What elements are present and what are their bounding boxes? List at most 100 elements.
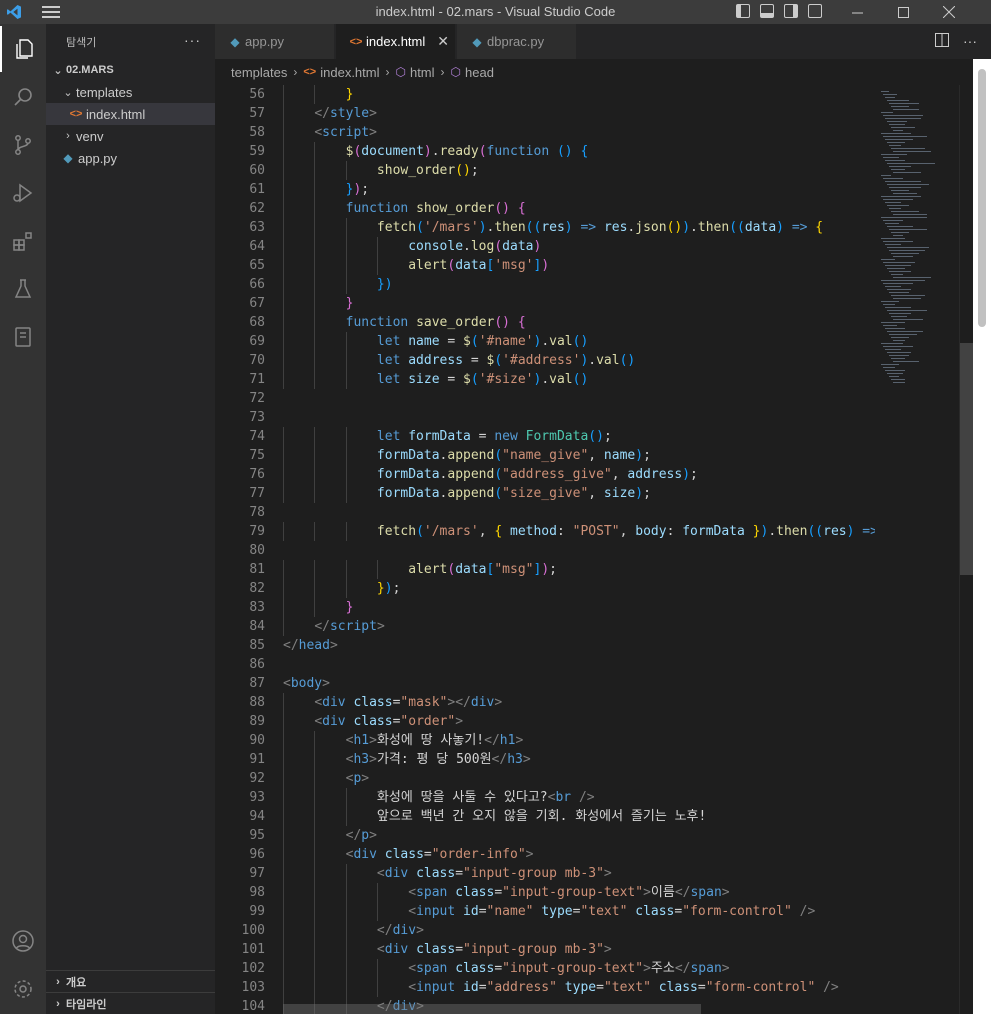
code-line[interactable]: let formData = new FormData();	[283, 427, 875, 446]
code-line[interactable]: <h3>가격: 평 당 500원</h3>	[283, 750, 875, 769]
code-line[interactable]: alert(data["msg"]);	[283, 560, 875, 579]
minimap[interactable]	[875, 85, 959, 1014]
run-debug-icon[interactable]	[0, 170, 46, 216]
code-line[interactable]: <input id="address" type="text" class="f…	[283, 978, 875, 997]
split-editor-icon[interactable]	[935, 33, 949, 47]
code-line[interactable]: console.log(data)	[283, 237, 875, 256]
close-window-button[interactable]	[926, 0, 972, 24]
remote-icon[interactable]	[0, 314, 46, 360]
minimap-line	[889, 292, 909, 294]
vertical-scrollbar[interactable]	[959, 85, 973, 1014]
breadcrumb-head[interactable]: head	[465, 65, 494, 80]
minimize-button[interactable]	[834, 0, 880, 24]
tree-file-app-py[interactable]: ◆ app.py	[46, 147, 215, 169]
customize-layout-icon[interactable]	[808, 4, 822, 18]
breadcrumb-templates[interactable]: templates	[231, 65, 287, 80]
extensions-icon[interactable]	[0, 218, 46, 264]
code-line[interactable]: show_order();	[283, 161, 875, 180]
code-line[interactable]: 화성에 땅을 사둘 수 있다고?<br />	[283, 788, 875, 807]
toggle-secondary-sidebar-icon[interactable]	[784, 4, 798, 18]
manage-gear-icon[interactable]	[0, 966, 46, 1012]
code-line[interactable]: function save_order() {	[283, 313, 875, 332]
code-editor[interactable]: 56 57 58 59 60 61 62 63 64 65 66 67 68 69 70 71 72 73 74 75…	[215, 85, 875, 1014]
code-line[interactable]: </style>	[283, 104, 875, 123]
code-line[interactable]: function show_order() {	[283, 199, 875, 218]
tab-app-py[interactable]: ◆ app.py	[215, 24, 335, 59]
code-line[interactable]: <input id="name" type="text" class="form…	[283, 902, 875, 921]
testing-icon[interactable]	[0, 266, 46, 312]
code-line[interactable]: <p>	[283, 769, 875, 788]
code-line[interactable]: <div class="order-info">	[283, 845, 875, 864]
indent-guide	[345, 275, 347, 294]
code-line[interactable]: fetch('/mars').then((res) => res.json())…	[283, 218, 875, 237]
explorer-icon[interactable]	[0, 26, 46, 72]
code-line[interactable]	[283, 541, 875, 560]
minimap-line	[885, 181, 921, 183]
toggle-primary-sidebar-icon[interactable]	[736, 4, 750, 18]
code-line[interactable]: formData.append("size_give", size);	[283, 484, 875, 503]
code-line[interactable]: <h1>화성에 땅 사놓기!</h1>	[283, 731, 875, 750]
code-line[interactable]: <div class="mask"></div>	[283, 693, 875, 712]
account-icon[interactable]	[0, 918, 46, 964]
code-line[interactable]: fetch('/mars', { method: "POST", body: f…	[283, 522, 875, 541]
more-actions-icon[interactable]: ···	[184, 32, 201, 48]
breadcrumb-index-html[interactable]: index.html	[320, 65, 379, 80]
close-tab-icon[interactable]: ✕	[437, 33, 449, 50]
code-line[interactable]: formData.append("address_give", address)…	[283, 465, 875, 484]
code-line[interactable]: 앞으로 백년 간 오지 않을 기회. 화성에서 즐기는 노후!	[283, 807, 875, 826]
code-line[interactable]: </script>	[283, 617, 875, 636]
code-line[interactable]	[283, 655, 875, 674]
code-line[interactable]	[283, 389, 875, 408]
code-line[interactable]	[283, 408, 875, 427]
code-line[interactable]: </p>	[283, 826, 875, 845]
code-line[interactable]: let address = $('#address').val()	[283, 351, 875, 370]
code-line[interactable]: }	[283, 85, 875, 104]
code-line[interactable]: </head>	[283, 636, 875, 655]
code-line[interactable]: $(document).ready(function () {	[283, 142, 875, 161]
scrollbar-thumb[interactable]	[978, 69, 986, 327]
code-line[interactable]: })	[283, 275, 875, 294]
search-icon[interactable]	[0, 74, 46, 120]
code-token: "input-group-text"	[502, 885, 644, 900]
code-line[interactable]: alert(data['msg'])	[283, 256, 875, 275]
code-lines[interactable]: } </style> <script> $(document).ready(fu…	[283, 85, 875, 1014]
code-line[interactable]: <script>	[283, 123, 875, 142]
minimap-line	[881, 343, 903, 345]
code-token: ;	[361, 182, 370, 197]
code-line[interactable]: });	[283, 579, 875, 598]
line-number: 59	[249, 144, 265, 159]
code-line[interactable]: formData.append("name_give", name);	[283, 446, 875, 465]
code-line[interactable]: <span class="input-group-text">주소</span>	[283, 959, 875, 978]
outline-section[interactable]: › 개요	[46, 970, 215, 992]
tree-folder-venv[interactable]: › venv	[46, 125, 215, 147]
tab-index-html[interactable]: <> index.html ✕	[336, 24, 456, 59]
scrollbar-thumb[interactable]	[960, 343, 973, 575]
code-line[interactable]: <div class="input-group mb-3">	[283, 864, 875, 883]
horizontal-scrollbar[interactable]	[283, 1004, 701, 1014]
code-line[interactable]: let name = $('#name').val()	[283, 332, 875, 351]
code-line[interactable]: <span class="input-group-text">이름</span>	[283, 883, 875, 902]
toggle-panel-icon[interactable]	[760, 4, 774, 18]
source-control-icon[interactable]	[0, 122, 46, 168]
code-token: (	[470, 372, 479, 387]
tree-folder-templates[interactable]: ⌄ templates	[46, 81, 215, 103]
maximize-button[interactable]	[880, 0, 926, 24]
code-line[interactable]: <body>	[283, 674, 875, 693]
code-line[interactable]: </div>	[283, 921, 875, 940]
code-line[interactable]: }	[283, 598, 875, 617]
outer-scrollbar[interactable]	[973, 59, 991, 1014]
code-token: (	[494, 486, 503, 501]
code-line[interactable]: }	[283, 294, 875, 313]
code-line[interactable]: let size = $('#size').val()	[283, 370, 875, 389]
tree-file-index-html[interactable]: <> index.html	[46, 103, 215, 125]
code-line[interactable]: <div class="order">	[283, 712, 875, 731]
code-line[interactable]: });	[283, 180, 875, 199]
timeline-section[interactable]: › 타임라인	[46, 992, 215, 1014]
code-line[interactable]: <div class="input-group mb-3">	[283, 940, 875, 959]
tree-folder-02-mars[interactable]: ⌄ 02.MARS	[46, 59, 215, 81]
indent-guide	[283, 256, 284, 275]
breadcrumb-html[interactable]: html	[410, 65, 435, 80]
code-line[interactable]	[283, 503, 875, 522]
more-actions-icon[interactable]: ···	[963, 33, 977, 49]
tab-dbprac-py[interactable]: ◆ dbprac.py	[457, 24, 577, 59]
